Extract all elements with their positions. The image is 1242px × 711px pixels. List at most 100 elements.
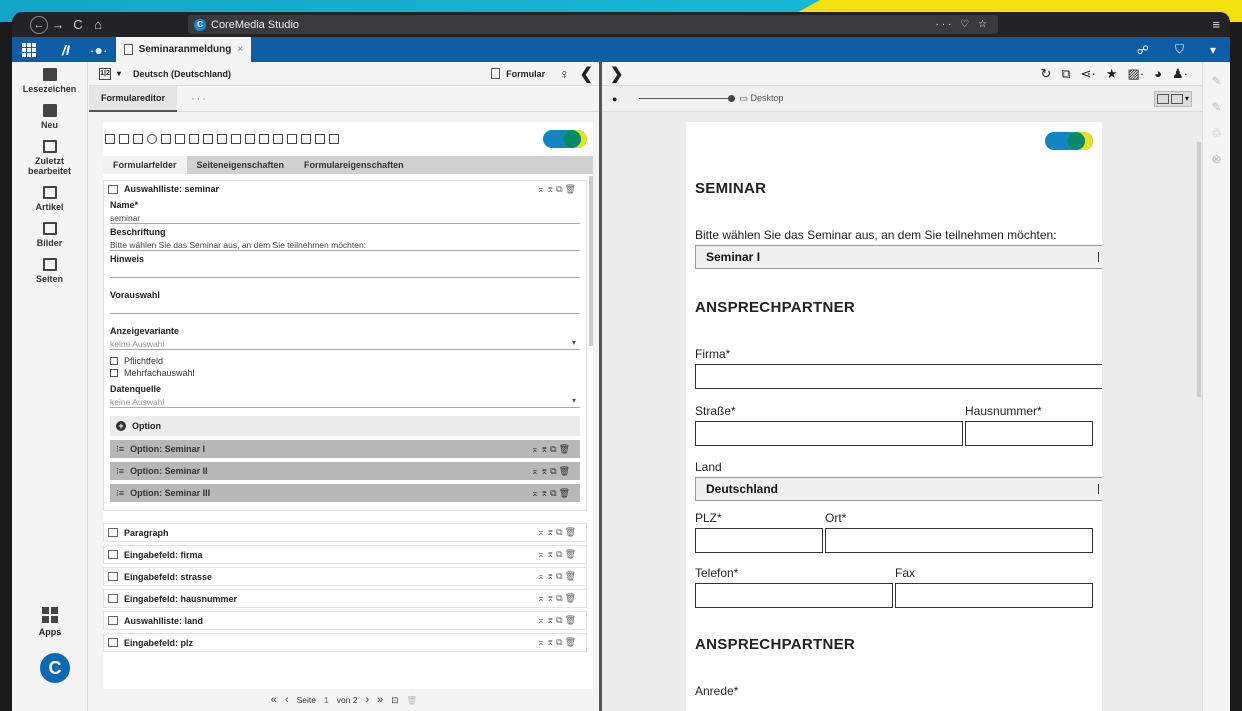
palette-icon[interactable]: ●	[612, 94, 617, 104]
row-actions[interactable]: ⌅⌆⧉🗑	[537, 593, 578, 604]
row-actions[interactable]: ⌅⌆⧉🗑	[531, 444, 572, 455]
strasse-field[interactable]	[695, 421, 963, 446]
multi-checkbox[interactable]: Mehrfachauswahl	[104, 368, 586, 378]
first-page-icon[interactable]: «	[271, 694, 277, 706]
list-item[interactable]: Eingabefeld: firma ⌅⌆⧉🗑	[103, 545, 587, 564]
drag-handle-icon[interactable]: ⁝≡	[116, 488, 124, 499]
tab-seminaranmeldung[interactable]: Seminaranmeldung ×	[115, 37, 252, 62]
app-grid-icon[interactable]	[22, 42, 36, 57]
seminar-select[interactable]: Seminar I	[695, 245, 1102, 269]
list-item[interactable]: Paragraph ⌅⌆⧉🗑	[103, 523, 587, 542]
sidebar-item-lesezeichen[interactable]: Lesezeichen	[12, 68, 87, 94]
persona-icon[interactable]: ♟·	[1172, 66, 1188, 82]
land-select[interactable]: Deutschland	[695, 477, 1102, 501]
last-page-icon[interactable]: »	[377, 694, 383, 706]
bulb-icon[interactable]: ♀	[559, 66, 570, 82]
library-icon[interactable]: ·●·	[90, 42, 108, 58]
fax-field[interactable]	[895, 583, 1093, 608]
textfield-type-icon[interactable]	[105, 134, 115, 144]
list-item[interactable]: Eingabefeld: plz ⌅⌆⧉🗑	[103, 633, 587, 652]
number-type-icon[interactable]	[119, 134, 129, 144]
sidebar-item-zuletzt-bearbeitet[interactable]: Zuletzt bearbeitet	[12, 140, 87, 176]
coremedia-logo[interactable]: /I	[62, 42, 70, 58]
checkbox-type-icon[interactable]	[175, 134, 185, 144]
sidebar-item-seiten[interactable]: Seiten	[12, 258, 87, 284]
chevron-down-icon[interactable]: ▾	[117, 69, 121, 78]
sidebar-item-bilder[interactable]: Bilder	[12, 222, 87, 248]
firma-field[interactable]	[695, 364, 1102, 389]
variant-select[interactable]: keine Auswahl	[110, 336, 580, 350]
required-checkbox[interactable]: Pflichtfeld	[104, 356, 586, 366]
row-actions[interactable]: ⌅⌆⧉🗑	[537, 637, 578, 648]
user-menu-icon[interactable]: ▾	[1210, 43, 1216, 57]
drag-handle-icon[interactable]: ⁝≡	[116, 444, 124, 455]
option-row[interactable]: ⁝≡ Option: Seminar III ⌅⌆⧉🗑	[110, 484, 580, 502]
url-actions[interactable]: ··· ♡ ☆	[936, 19, 990, 30]
time-icon[interactable]: ◕	[1154, 66, 1162, 82]
page-break-type-icon[interactable]	[315, 134, 325, 144]
row-actions[interactable]: ⌅⌆⧉🗑	[537, 571, 578, 582]
reload-icon[interactable]: C	[68, 15, 88, 35]
row-actions[interactable]: ⌅⌆⧉🗑	[531, 488, 572, 499]
next-page-icon[interactable]: ›	[365, 694, 369, 706]
tab-formulareditor[interactable]: Formulareditor	[89, 85, 178, 112]
plz-field[interactable]	[695, 528, 823, 553]
analytics-icon[interactable]: ▨·	[1128, 66, 1145, 82]
row-actions[interactable]: ⌅⌆⧉🗑	[531, 466, 572, 477]
star-icon[interactable]: ★	[1106, 66, 1118, 82]
list-item[interactable]: Eingabefeld: hausnummer ⌅⌆⧉🗑	[103, 589, 587, 608]
expand-icon[interactable]: ❯	[610, 64, 623, 84]
consent-type-icon[interactable]	[329, 134, 339, 144]
hausnummer-field[interactable]	[965, 421, 1093, 446]
sidebar-item-artikel[interactable]: Artikel	[12, 186, 87, 212]
textarea-type-icon[interactable]	[133, 134, 143, 144]
page-number-input[interactable]: 1	[324, 695, 329, 705]
device-width-slider[interactable]	[639, 95, 736, 102]
inbox-icon[interactable]: ⛉	[1175, 42, 1184, 57]
row-actions[interactable]: ⌅⌆⧉🗑	[537, 184, 578, 195]
list-item[interactable]: Auswahlliste: land ⌅⌆⧉🗑	[103, 611, 587, 630]
home-icon[interactable]: ⌂	[88, 15, 108, 35]
add-page-icon[interactable]: ⊡	[391, 695, 398, 706]
email-type-icon[interactable]	[287, 134, 297, 144]
toggle-switch[interactable]	[1045, 132, 1093, 150]
view-toggle[interactable]: ▾	[1153, 90, 1192, 107]
view-icon[interactable]	[1156, 93, 1169, 104]
sidebar-item-neu[interactable]: Neu	[12, 104, 87, 130]
address-bar[interactable]: C CoreMedia Studio ··· ♡ ☆	[188, 15, 998, 34]
ort-field[interactable]	[825, 528, 1093, 553]
paragraph-type-icon[interactable]	[301, 134, 311, 144]
checkboxes-type-icon[interactable]	[189, 134, 199, 144]
list-item[interactable]: Eingabefeld: strasse ⌅⌆⧉🗑	[103, 567, 587, 586]
preselect-input[interactable]	[110, 300, 580, 314]
telefon-field[interactable]	[695, 583, 893, 608]
field-header[interactable]: Auswahlliste: seminar ⌅⌆⧉🗑	[104, 181, 586, 197]
more-icon[interactable]: ···	[191, 93, 208, 105]
radio-type-icon[interactable]	[147, 134, 157, 144]
hint-input[interactable]	[110, 264, 580, 278]
option-row[interactable]: ⁝≡ Option: Seminar I ⌅⌆⧉🗑	[110, 440, 580, 458]
back-icon[interactable]: ←	[30, 15, 48, 34]
tab-formulareigenschaften[interactable]: Formulareigenschaften	[294, 156, 414, 174]
option-row[interactable]: ⁝≡ Option: Seminar II ⌅⌆⧉🗑	[110, 462, 580, 480]
sidebar-item-apps[interactable]: Apps	[12, 607, 88, 637]
collapse-icon[interactable]: ❮	[580, 64, 593, 84]
drag-handle-icon[interactable]: ⁝≡	[116, 466, 124, 477]
dropdown-type-icon[interactable]	[217, 134, 227, 144]
prev-page-icon[interactable]: ‹	[285, 694, 289, 706]
source-select[interactable]: keine Auswahl	[110, 394, 580, 408]
language-icon[interactable]: 1|2	[99, 67, 111, 80]
add-option-button[interactable]: + Option	[110, 416, 580, 436]
toggle-switch[interactable]	[543, 130, 587, 148]
caption-input[interactable]: Bitte wählen Sie das Seminar aus, an dem…	[110, 237, 580, 251]
tab-seiteneigenschaften[interactable]: Seiteneigenschaften	[187, 156, 295, 174]
name-input[interactable]: seminar	[110, 210, 580, 224]
view-icon[interactable]	[1170, 93, 1183, 104]
row-actions[interactable]: ⌅⌆⧉🗑	[537, 527, 578, 538]
select-type-icon[interactable]	[161, 134, 171, 144]
slider-handle[interactable]	[728, 95, 736, 102]
date-type-icon[interactable]	[273, 134, 283, 144]
row-actions[interactable]: ⌅⌆⧉🗑	[537, 615, 578, 626]
hidden-type-icon[interactable]	[259, 134, 269, 144]
share-icon[interactable]: ⋖·	[1081, 66, 1096, 82]
